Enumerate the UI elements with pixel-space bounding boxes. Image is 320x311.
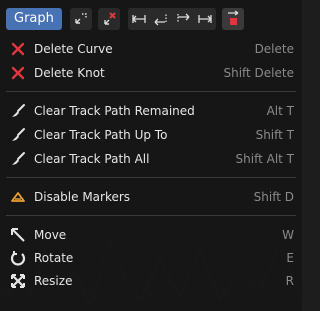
menu-item-label: Clear Track Path Remained [34,104,195,118]
delete-key-button[interactable] [97,8,120,30]
jump-start-button[interactable] [128,8,150,30]
menu-item-label: Delete Knot [34,66,105,80]
jump-end-icon [198,15,212,23]
jump-end-button[interactable] [194,8,216,30]
menu-item-label: Delete Curve [34,42,113,56]
menu-header: Graph [6,6,296,32]
menu-item-label: Clear Track Path Up To [34,128,168,142]
menu-item-clear-track-path-up-to[interactable]: Clear Track Path Up To Shift T [0,124,302,146]
menu-item-shortcut: Shift Delete [223,66,294,80]
menu-item-shortcut: Shift Alt T [235,152,294,166]
jump-selected-icon [227,10,239,25]
graph-menu: Graph Delete Curve Delete Delete Knot Sh… [0,0,302,311]
menu-item-clear-track-path-remained[interactable]: Clear Track Path Remained Alt T [0,100,302,122]
menu-separator [6,91,296,92]
menu-item-rotate[interactable]: Rotate E [0,247,302,269]
marker-icon [8,187,28,207]
menu-item-shortcut: W [282,228,294,242]
menu-item-shortcut: E [286,251,294,265]
graph-menu-title[interactable]: Graph [6,8,62,30]
jump-next-icon [177,13,190,22]
snap-icon [75,13,87,24]
menu-item-shortcut: Alt T [266,104,294,118]
jump-prev-button[interactable] [150,8,172,30]
menu-item-move[interactable]: Move W [0,224,302,246]
x-icon [8,39,28,59]
menu-item-label: Clear Track Path All [34,152,150,166]
move-icon [8,225,28,245]
resize-icon [8,271,28,291]
jump-selected-button[interactable] [221,8,244,30]
menu-item-delete-knot[interactable]: Delete Knot Shift Delete [0,62,302,84]
menu-item-label: Move [34,228,67,242]
menu-item-shortcut: R [285,274,294,288]
menu-item-label: Resize [34,274,73,288]
snap-button[interactable] [69,8,92,30]
brush-icon [8,125,28,145]
menu-item-shortcut: Shift T [255,128,294,142]
menu-item-clear-track-path-all[interactable]: Clear Track Path All Shift Alt T [0,148,302,170]
x-icon [8,63,28,83]
brush-icon [8,149,28,169]
menu-separator [6,177,296,178]
jump-prev-icon [154,14,167,26]
menu-item-disable-markers[interactable]: Disable Markers Shift D [0,186,302,208]
menu-item-shortcut: Delete [254,42,294,56]
menu-item-shortcut: Shift D [253,190,294,204]
menu-item-label: Rotate [34,251,74,265]
menu-item-resize[interactable]: Resize R [0,270,302,292]
delete-key-icon [104,12,116,25]
jump-start-icon [132,15,146,23]
rotate-icon [8,248,28,268]
menu-item-delete-curve[interactable]: Delete Curve Delete [0,38,302,60]
menu-separator [6,215,296,216]
menu-item-label: Disable Markers [34,190,131,204]
jump-next-button[interactable] [172,8,194,30]
brush-icon [8,101,28,121]
jump-button-group [127,8,216,30]
